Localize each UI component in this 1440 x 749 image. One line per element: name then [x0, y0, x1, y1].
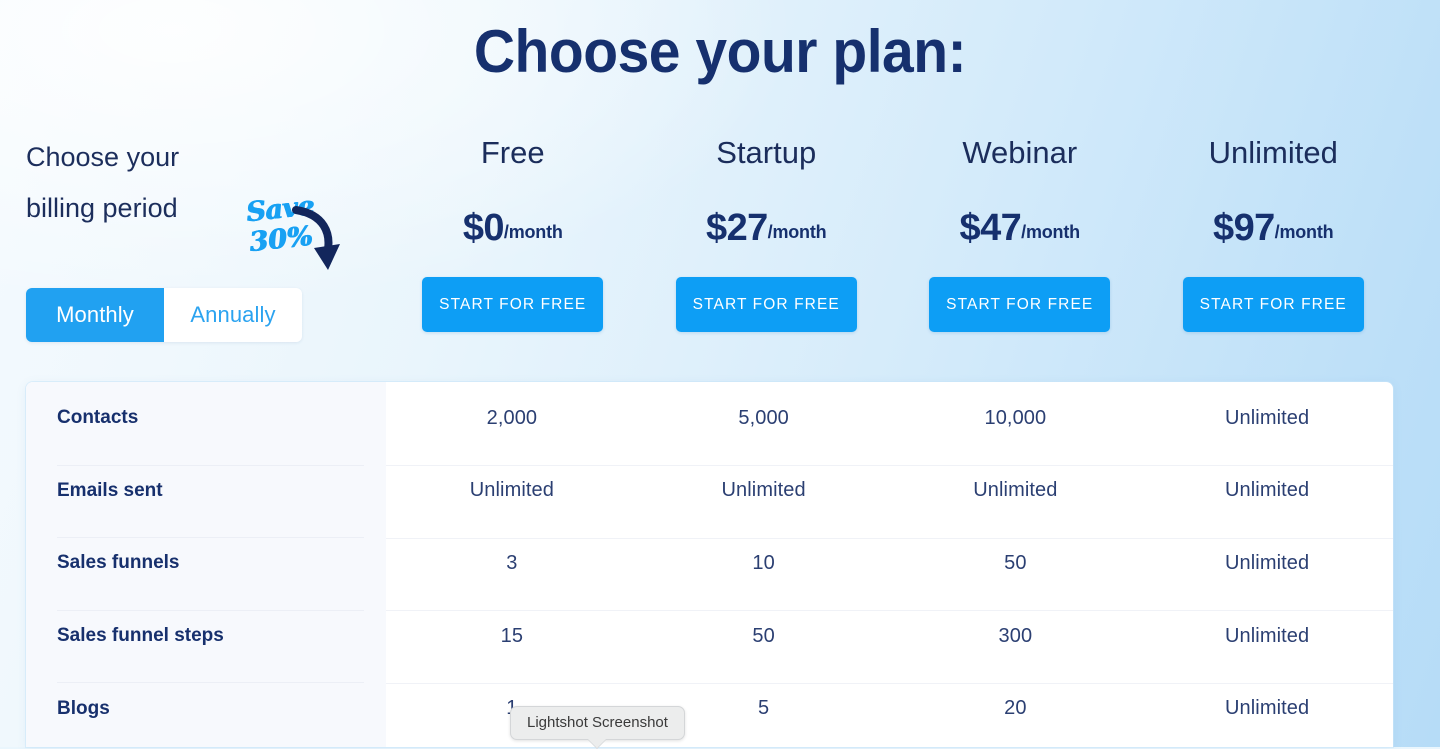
billing-period-toggle[interactable]: Monthly Annually [26, 288, 302, 342]
page-title: Choose your plan: [473, 18, 967, 85]
feature-label: Contacts [26, 407, 386, 466]
feature-value: Unlimited [1224, 406, 1310, 429]
plan-column-startup: Startup $27/month START FOR FREE [640, 132, 894, 332]
start-for-free-button[interactable]: START FOR FREE [675, 277, 857, 332]
feature-values: 3 10 50 Unlimited [386, 551, 1393, 612]
plan-name: Unlimited [1208, 135, 1338, 170]
start-for-free-button[interactable]: START FOR FREE [422, 277, 604, 332]
feature-comparison-table: Contacts 2,000 5,000 10,000 Unlimited Em… [26, 382, 1393, 747]
feature-value: Unlimited [469, 479, 554, 502]
billing-label-line2: billing period [26, 193, 178, 223]
billing-period-label: Choose your billing period [26, 132, 366, 234]
feature-value: 3 [506, 551, 518, 574]
feature-value: 2,000 [486, 406, 538, 429]
feature-value: Unlimited [1224, 697, 1310, 720]
plan-column-webinar: Webinar $47/month START FOR FREE [893, 132, 1147, 332]
billing-period-chooser: Choose your billing period Save 30% Mont… [26, 132, 366, 342]
billing-toggle-monthly[interactable]: Monthly [26, 288, 164, 342]
plan-name: Startup [716, 135, 817, 170]
table-row: Emails sent Unlimited Unlimited Unlimite… [26, 455, 1393, 539]
table-row: Sales funnel steps 15 50 300 Unlimited [26, 600, 1393, 684]
billing-toggle-annually[interactable]: Annually [164, 288, 302, 342]
pricing-page: Choose your plan: Choose your billing pe… [0, 0, 1440, 749]
plan-price-period: /month [1021, 222, 1080, 242]
feature-value: Unlimited [721, 479, 806, 502]
plan-price: $97/month [1147, 205, 1401, 251]
lightshot-screenshot-tooltip: Lightshot Screenshot [510, 706, 685, 749]
billing-label-line1: Choose your [26, 142, 180, 172]
start-for-free-button[interactable]: START FOR FREE [929, 277, 1111, 332]
plan-price: $47/month [893, 205, 1147, 251]
start-for-free-button[interactable]: START FOR FREE [1182, 277, 1364, 332]
feature-label: Emails sent [26, 480, 386, 539]
feature-value: 20 [1004, 697, 1027, 720]
feature-value: 10 [752, 551, 775, 574]
feature-value: Unlimited [973, 479, 1058, 502]
plan-columns: Free $0/month START FOR FREE Startup $27… [386, 132, 1400, 332]
plan-price-amount: $47 [959, 207, 1022, 249]
plan-price-period: /month [1274, 222, 1334, 242]
feature-value: 15 [500, 624, 524, 647]
plan-column-unlimited: Unlimited $97/month START FOR FREE [1147, 132, 1401, 332]
feature-value: Unlimited [1224, 624, 1310, 647]
plan-price-period: /month [767, 222, 827, 242]
feature-value: 50 [752, 624, 775, 647]
plan-column-free: Free $0/month START FOR FREE [386, 132, 640, 332]
plan-name: Free [480, 135, 545, 170]
plan-name: Webinar [962, 135, 1078, 170]
plan-price-amount: $27 [706, 207, 768, 249]
feature-label: Blogs [57, 697, 110, 719]
pricing-header-row: Choose your billing period Save 30% Mont… [0, 132, 1440, 352]
plan-price-amount: $97 [1213, 207, 1275, 249]
table-row: Contacts 2,000 5,000 10,000 Unlimited [26, 382, 1393, 467]
feature-values: 2,000 5,000 10,000 Unlimited [386, 406, 1393, 467]
feature-label: Sales funnels [26, 552, 386, 611]
feature-values: 15 50 300 Unlimited [386, 624, 1393, 684]
feature-value: 50 [1004, 551, 1027, 574]
plan-price: $0/month [386, 205, 640, 251]
table-row: Sales funnels 3 10 50 Unlimited [26, 527, 1393, 612]
plan-price: $27/month [640, 205, 894, 251]
plan-price-period: /month [503, 222, 563, 242]
feature-label: Sales funnel steps [26, 625, 386, 684]
feature-value: 300 [998, 624, 1033, 647]
feature-value: Unlimited [1224, 551, 1310, 574]
feature-value: 10,000 [984, 406, 1047, 429]
feature-value: 5,000 [738, 406, 789, 429]
feature-value: Unlimited [1224, 479, 1310, 502]
table-row: Blogs 1 5 20 Unlimited [26, 672, 1393, 745]
feature-values: Unlimited Unlimited Unlimited Unlimited [386, 479, 1393, 539]
plan-price-amount: $0 [462, 207, 505, 249]
